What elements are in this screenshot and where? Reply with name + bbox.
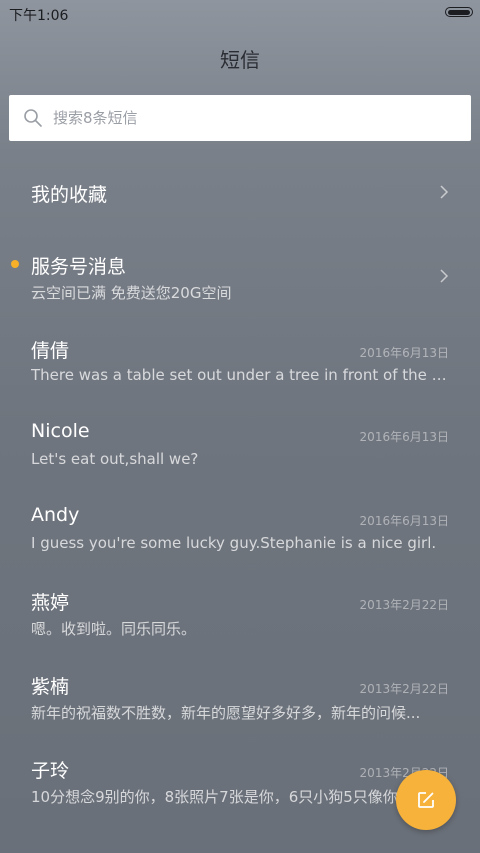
- search-area: [0, 86, 480, 150]
- message-preview: I guess you're some lucky guy.Stephanie …: [31, 534, 437, 552]
- chevron-right-icon: [440, 185, 449, 199]
- message-date: 2016年6月13日: [359, 430, 449, 444]
- compose-icon: [418, 792, 434, 808]
- status-bar: 下午1:06: [0, 0, 480, 28]
- service-preview: 云空间已满 免费送您20G空间: [31, 284, 232, 302]
- contact-name: 倩倩: [31, 340, 70, 362]
- conversation-row[interactable]: Andy 2016年6月13日 I guess you're some luck…: [0, 486, 480, 570]
- page-title: 短信: [220, 48, 260, 72]
- chevron-right-icon: [440, 269, 449, 283]
- status-time: 下午1:06: [9, 8, 69, 24]
- conversation-row[interactable]: 紫楠 2013年2月22日 新年的祝福数不胜数，新年的愿望好多好多，新年的问候.…: [0, 654, 480, 738]
- compose-button[interactable]: [396, 770, 456, 830]
- message-preview: 新年的祝福数不胜数，新年的愿望好多好多，新年的问候...: [31, 704, 421, 722]
- service-messages-row[interactable]: 服务号消息 云空间已满 免费送您20G空间: [0, 234, 480, 318]
- favorites-label: 我的收藏: [31, 184, 108, 206]
- message-date: 2013年2月22日: [359, 598, 449, 612]
- contact-name: 紫楠: [31, 676, 70, 698]
- unread-dot: [11, 260, 19, 268]
- message-preview: 嗯。收到啦。同乐同乐。: [31, 620, 197, 638]
- message-date: 2013年2月22日: [359, 682, 449, 696]
- message-date: 2016年6月13日: [359, 346, 449, 360]
- conversation-row[interactable]: 燕婷 2013年2月22日 嗯。收到啦。同乐同乐。: [0, 570, 480, 654]
- contact-name: Andy: [31, 504, 80, 526]
- message-preview: 10分想念9别的你，8张照片7张是你，6只小狗5只像你: [31, 788, 398, 806]
- search-icon: [24, 109, 42, 127]
- favorites-row[interactable]: 我的收藏: [0, 150, 480, 234]
- contact-name: Nicole: [31, 420, 90, 442]
- message-preview: Let's eat out,shall we?: [31, 450, 199, 468]
- header: 短信: [0, 28, 480, 86]
- message-list: 我的收藏 服务号消息 云空间已满 免费送您20G空间 倩倩 2016年6月13日…: [0, 150, 480, 822]
- contact-name: 燕婷: [31, 592, 70, 614]
- contact-name: 子玲: [31, 760, 70, 782]
- search-input[interactable]: [53, 95, 453, 141]
- conversation-row[interactable]: 倩倩 2016年6月13日 There was a table set out …: [0, 318, 480, 402]
- conversation-row[interactable]: Nicole 2016年6月13日 Let's eat out,shall we…: [0, 402, 480, 486]
- search-box[interactable]: [9, 95, 471, 141]
- service-label: 服务号消息: [31, 256, 127, 278]
- message-date: 2016年6月13日: [359, 514, 449, 528]
- battery-icon: [445, 7, 473, 17]
- message-preview: There was a table set out under a tree i…: [31, 366, 449, 384]
